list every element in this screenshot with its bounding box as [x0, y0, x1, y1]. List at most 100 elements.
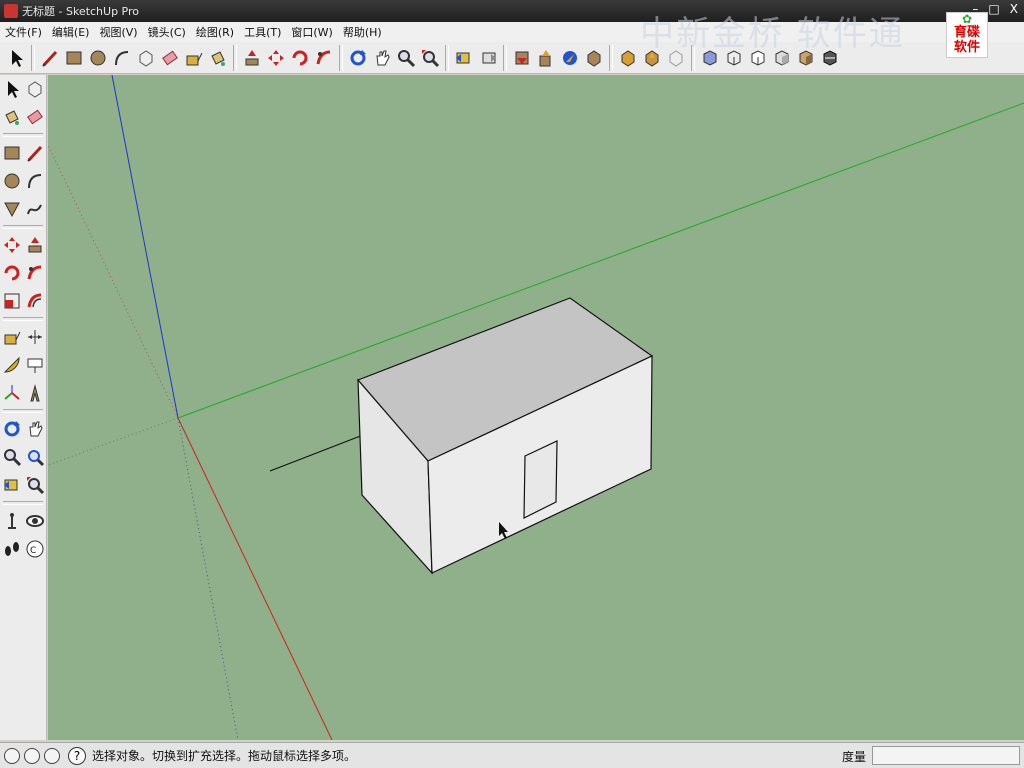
pan-icon: [376, 50, 390, 65]
tape-measure-tool-button[interactable]: [183, 46, 205, 70]
scale-tool-button[interactable]: [2, 290, 22, 312]
freehand-tool-button[interactable]: [25, 198, 45, 220]
menu-item[interactable]: 帮助(H): [338, 24, 387, 40]
position-camera-icon: [7, 513, 16, 529]
axes-icon: [3, 385, 20, 400]
next-view-icon: [482, 52, 496, 63]
pan-icon: [28, 421, 43, 437]
orbit-tool-button[interactable]: [347, 46, 369, 70]
zoom-window-tool-button[interactable]: [25, 446, 45, 468]
push-pull-tool-button[interactable]: [241, 46, 263, 70]
axes-tool-button[interactable]: [2, 382, 22, 404]
eraser-tool-button[interactable]: [159, 46, 181, 70]
protractor-tool-button[interactable]: [2, 354, 22, 376]
circle-tool-button[interactable]: [87, 46, 109, 70]
tool-row: [0, 287, 46, 315]
tape-measure-icon: [186, 52, 203, 65]
move-tool-button[interactable]: [265, 46, 287, 70]
rotate-tool-button[interactable]: [2, 262, 22, 284]
share-component-tool-button[interactable]: [559, 46, 581, 70]
position-camera-tool-button[interactable]: [2, 510, 22, 532]
paint-bucket-icon: [211, 50, 225, 66]
menu-item[interactable]: 工具(T): [239, 24, 286, 40]
zoom-window-icon: [27, 450, 44, 467]
section-tool-button[interactable]: [617, 46, 639, 70]
arc-tool-button[interactable]: [25, 170, 45, 192]
tape-measure-tool-button[interactable]: [2, 326, 22, 348]
arc-tool-button[interactable]: [111, 46, 133, 70]
paint-bucket-tool-button[interactable]: [2, 106, 22, 128]
pan-tool-button[interactable]: [371, 46, 393, 70]
rectangle-tool-button[interactable]: [63, 46, 85, 70]
orbit-icon: [4, 421, 20, 437]
share-model-tool-button[interactable]: [535, 46, 557, 70]
follow-me-tool-button[interactable]: [25, 262, 45, 284]
pan-tool-button[interactable]: [25, 418, 45, 440]
rectangle-icon: [4, 146, 19, 160]
scene-canvas[interactable]: [48, 75, 1024, 740]
tool-row: C: [0, 535, 46, 563]
polygon-tool-button[interactable]: [2, 198, 22, 220]
make-component-tool-button[interactable]: [25, 78, 45, 100]
extension-tool-button[interactable]: [583, 46, 605, 70]
make-component-tool-button[interactable]: [135, 46, 157, 70]
rectangle-tool-button[interactable]: [2, 142, 22, 164]
paint-bucket-tool-button[interactable]: [207, 46, 229, 70]
rotate-tool-button[interactable]: [289, 46, 311, 70]
close-button[interactable]: X: [1010, 2, 1018, 16]
menu-item[interactable]: 编辑(E): [47, 24, 95, 40]
walk-tool-button[interactable]: [2, 538, 22, 560]
move-icon: [268, 49, 284, 66]
toolbar-separator: [3, 501, 43, 505]
next-view-tool-button[interactable]: [477, 46, 499, 70]
tool-row: [0, 443, 46, 471]
pencil-icon: [42, 50, 58, 67]
orbit-tool-button[interactable]: [2, 418, 22, 440]
credits-icon[interactable]: [24, 747, 40, 764]
zoom-tool-button[interactable]: [395, 46, 417, 70]
follow-me-tool-button[interactable]: [313, 46, 335, 70]
zoom-tool-button[interactable]: [2, 446, 22, 468]
eraser-tool-button[interactable]: [25, 106, 45, 128]
menu-item[interactable]: 窗口(W): [286, 24, 337, 40]
menu-item[interactable]: 镜头(C): [143, 24, 191, 40]
get-models-tool-button[interactable]: [511, 46, 533, 70]
menu-item[interactable]: 文件(F): [0, 24, 47, 40]
measurements-input[interactable]: [872, 746, 1020, 765]
make-component-icon: [28, 81, 41, 98]
maximize-button[interactable]: □: [988, 2, 999, 16]
3d-text-tool-button[interactable]: [25, 382, 45, 404]
select-tool-button[interactable]: [2, 78, 22, 100]
push-pull-tool-button[interactable]: [25, 234, 45, 256]
zoom-extents-tool-button[interactable]: [25, 474, 45, 496]
text-icon: [27, 358, 42, 373]
menu-item[interactable]: 视图(V): [94, 24, 142, 40]
user-icon[interactable]: [44, 747, 60, 764]
move-tool-button[interactable]: [2, 234, 22, 256]
tool-row: [0, 103, 46, 131]
line-tool-button[interactable]: [25, 142, 45, 164]
toolbar-separator: [445, 44, 449, 71]
rectangle-icon: [66, 51, 82, 64]
toolbar-separator: [31, 44, 35, 71]
pencil-tool-button[interactable]: [39, 46, 61, 70]
edge-line[interactable]: [269, 434, 364, 472]
look-around-tool-button[interactable]: [25, 510, 45, 532]
status-message: 选择对象。切换到扩充选择。拖动鼠标选择多项。: [92, 749, 357, 763]
offset-tool-button[interactable]: [25, 290, 45, 312]
logo-line-2: 软件: [953, 40, 980, 55]
geo-location-icon[interactable]: [4, 747, 20, 764]
menu-item[interactable]: 绘图(R): [191, 24, 239, 40]
offset-icon: [27, 293, 41, 308]
previous-view-tool-button[interactable]: [453, 46, 475, 70]
modeling-viewport[interactable]: [48, 75, 1024, 740]
text-tool-button[interactable]: [25, 354, 45, 376]
previous-view-tool-button[interactable]: [2, 474, 22, 496]
red-axis: [177, 417, 333, 740]
zoom-extents-tool-button[interactable]: [419, 46, 441, 70]
section-plane-tool-button[interactable]: C: [25, 538, 45, 560]
select-tool-button[interactable]: [5, 46, 27, 70]
help-icon[interactable]: ?: [68, 746, 86, 765]
circle-tool-button[interactable]: [2, 170, 22, 192]
dimension-tool-button[interactable]: [25, 326, 45, 348]
